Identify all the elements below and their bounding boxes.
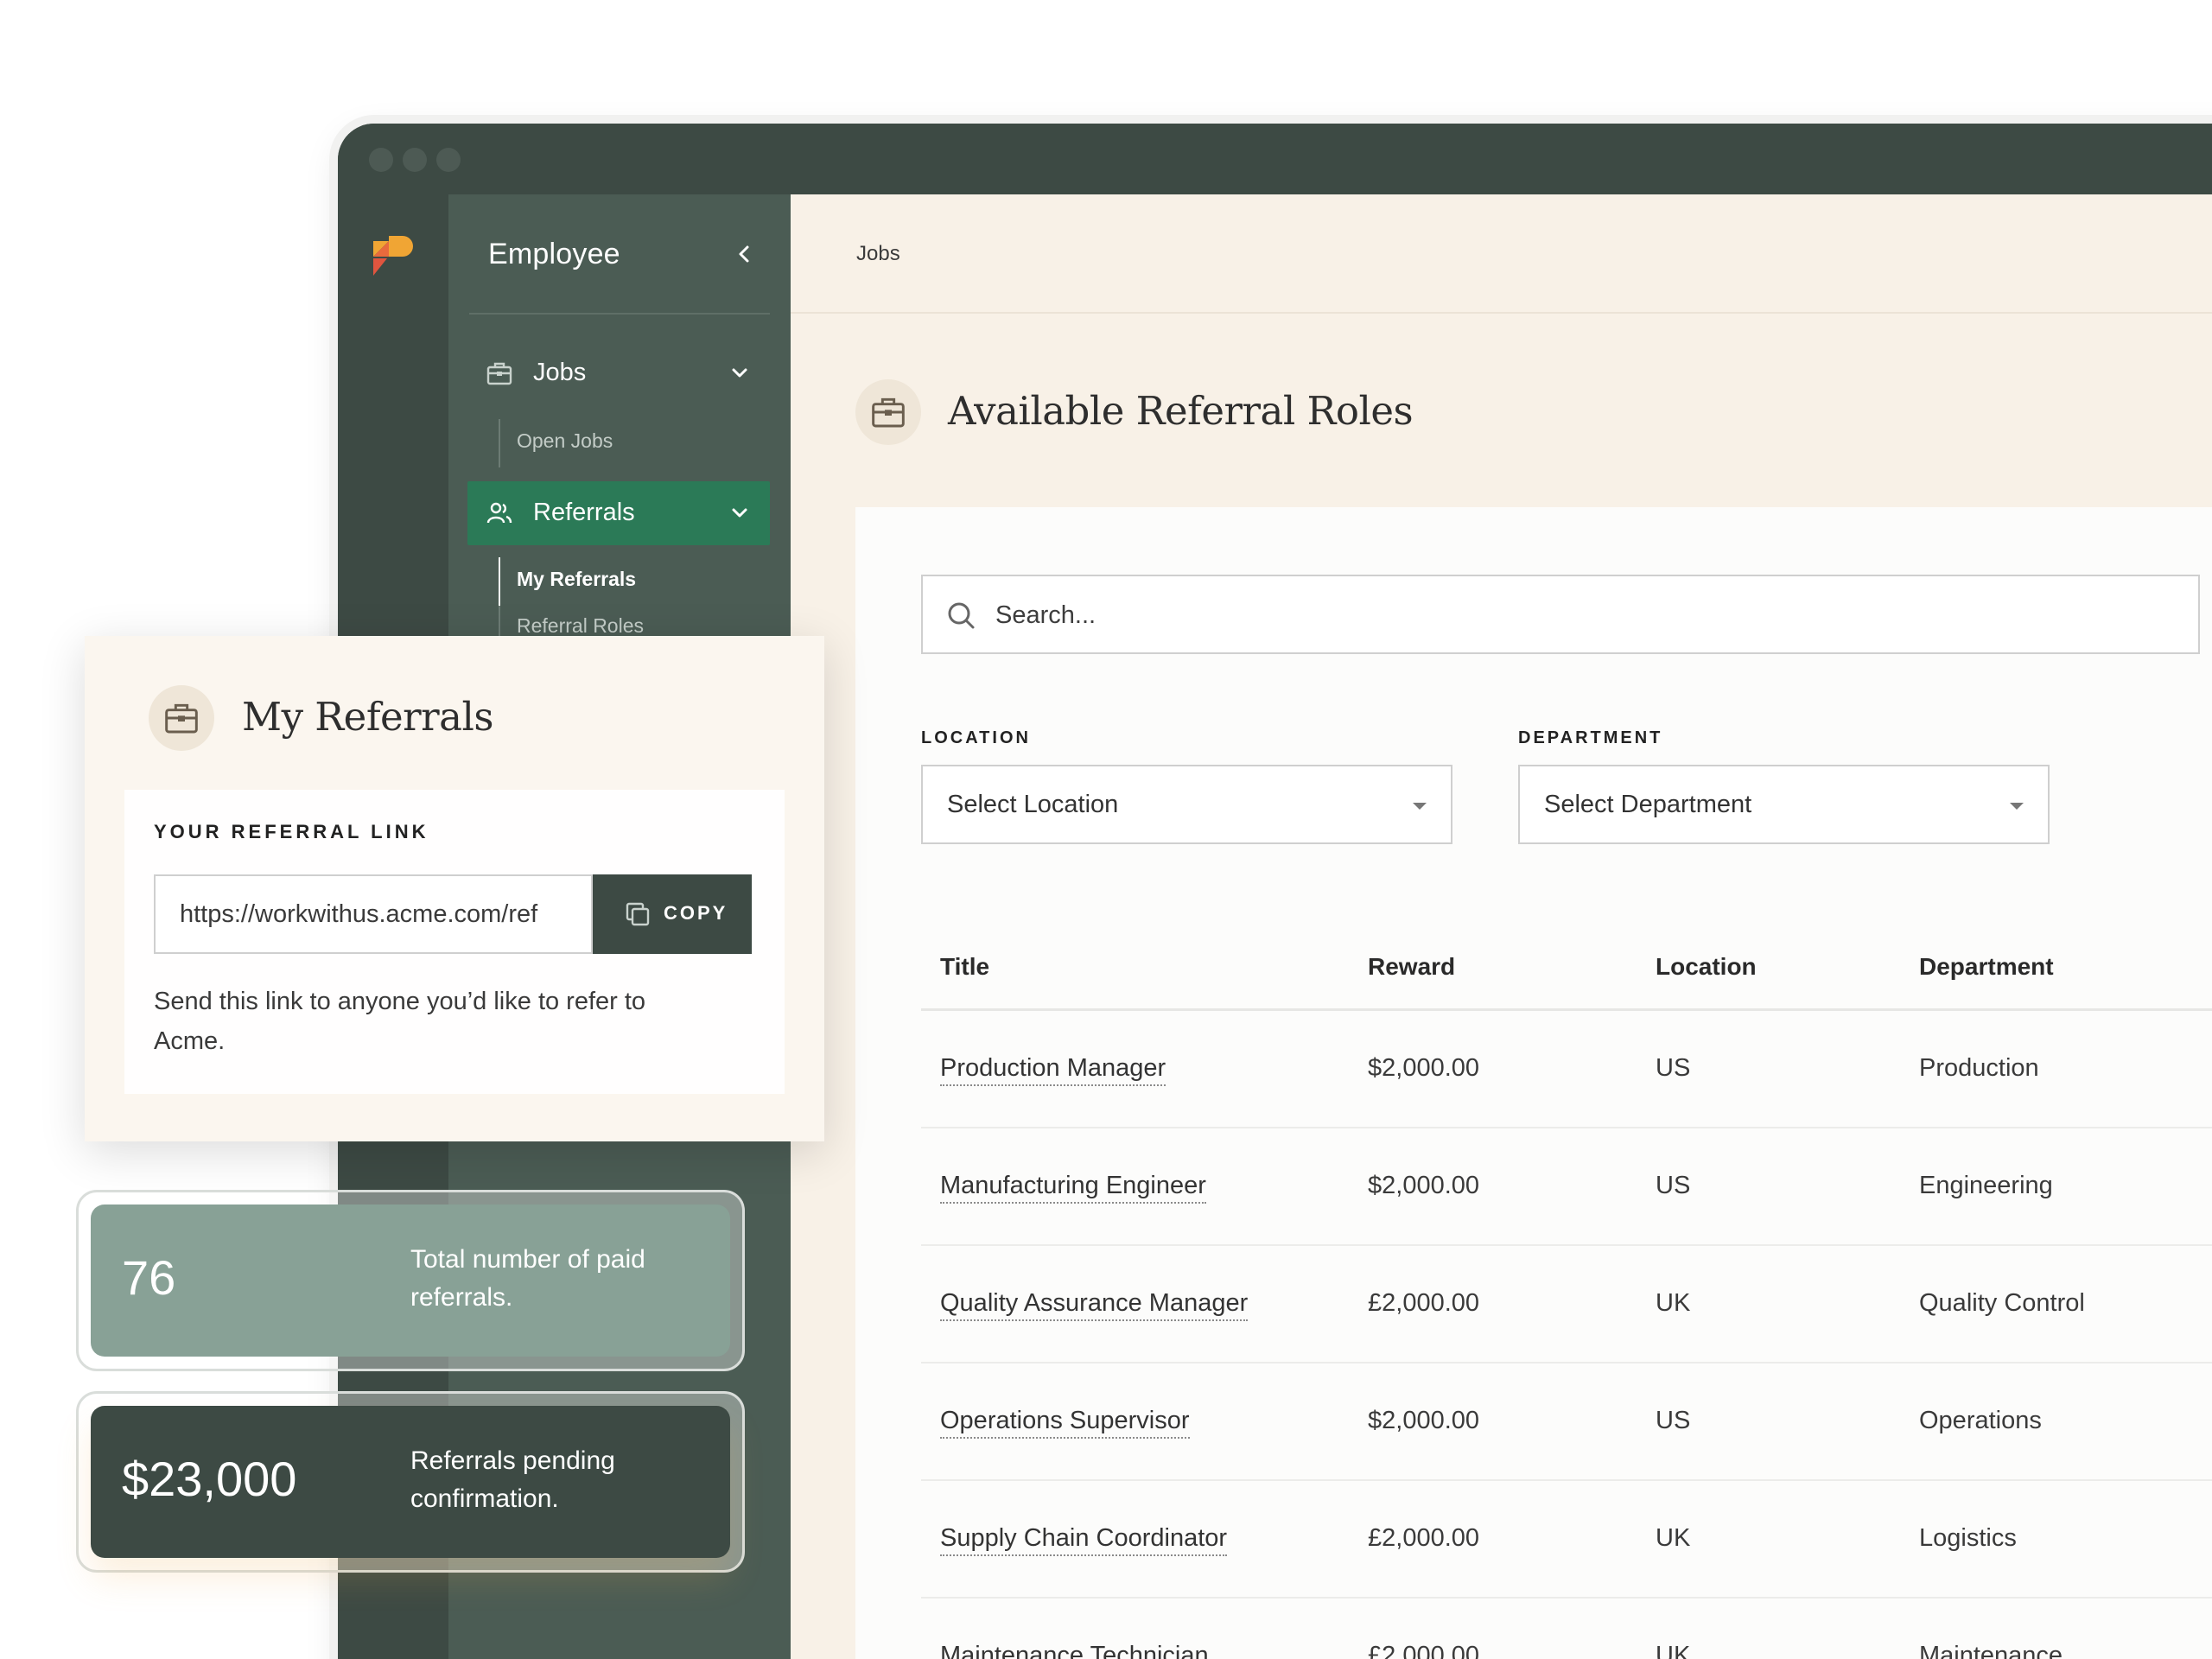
column-header-location[interactable]: Location bbox=[1656, 953, 1757, 981]
stat-card-body: $23,000 Referrals pending confirmation. bbox=[91, 1406, 730, 1558]
copy-button-label: COPY bbox=[664, 902, 728, 924]
reward-cell: $2,000.00 bbox=[1368, 1407, 1480, 1434]
breadcrumb[interactable]: Jobs bbox=[856, 242, 900, 266]
reward-cell: £2,000.00 bbox=[1368, 1642, 1480, 1659]
table-row[interactable]: Manufacturing Engineer $2,000.00 US Engi… bbox=[921, 1128, 2212, 1246]
role-title-link[interactable]: Manufacturing Engineer bbox=[940, 1172, 1206, 1204]
chevron-down-icon[interactable] bbox=[730, 364, 749, 383]
location-select[interactable]: Select Location bbox=[921, 765, 1452, 844]
sidebar-subitem-referral-roles[interactable]: Referral Roles bbox=[517, 614, 644, 638]
sub-nav-line-active bbox=[499, 557, 500, 606]
department-cell: Maintenance bbox=[1919, 1642, 2063, 1659]
briefcase-icon bbox=[872, 397, 905, 428]
referral-link-section: YOUR REFERRAL LINK https://workwithus.ac… bbox=[124, 790, 785, 1094]
card-icon-badge bbox=[149, 685, 214, 751]
my-referrals-card: My Referrals YOUR REFERRAL LINK https://… bbox=[85, 636, 824, 1141]
users-icon bbox=[486, 502, 512, 524]
table-row[interactable]: Maintenance Technician £2,000.00 UK Main… bbox=[921, 1599, 2212, 1659]
stat-card-body: 76 Total number of paid referrals. bbox=[91, 1205, 730, 1357]
table-row[interactable]: Supply Chain Coordinator £2,000.00 UK Lo… bbox=[921, 1481, 2212, 1599]
location-cell: UK bbox=[1656, 1642, 1691, 1659]
briefcase-icon bbox=[165, 703, 198, 734]
sidebar-item-jobs[interactable]: Jobs bbox=[467, 341, 770, 405]
caret-down-icon bbox=[1413, 803, 1427, 810]
chevron-down-icon[interactable] bbox=[730, 504, 749, 523]
table-row[interactable]: Quality Assurance Manager £2,000.00 UK Q… bbox=[921, 1246, 2212, 1363]
stat-value: $23,000 bbox=[122, 1452, 297, 1506]
column-header-department[interactable]: Department bbox=[1919, 953, 2054, 981]
stat-card-paid-referrals: 76 Total number of paid referrals. bbox=[76, 1190, 745, 1371]
page-title: Available Referral Roles bbox=[948, 388, 1414, 434]
role-title-link[interactable]: Maintenance Technician bbox=[940, 1642, 1209, 1659]
location-cell: US bbox=[1656, 1172, 1691, 1199]
app-logo[interactable] bbox=[372, 232, 415, 276]
caret-down-icon bbox=[2010, 803, 2024, 810]
card-title: My Referrals bbox=[242, 694, 493, 740]
referral-link-label: YOUR REFERRAL LINK bbox=[154, 821, 429, 842]
sidebar-header: Employee bbox=[448, 194, 791, 314]
sidebar-title: Employee bbox=[488, 238, 620, 270]
department-cell: Operations bbox=[1919, 1407, 2042, 1434]
referral-description: Send this link to anyone you’d like to r… bbox=[154, 988, 646, 1055]
department-filter-label: DEPARTMENT bbox=[1518, 728, 1663, 747]
sidebar-item-label: Referrals bbox=[533, 499, 635, 526]
reward-cell: £2,000.00 bbox=[1368, 1524, 1480, 1552]
sidebar-divider bbox=[469, 313, 770, 315]
reward-cell: $2,000.00 bbox=[1368, 1054, 1480, 1082]
role-title-link[interactable]: Production Manager bbox=[940, 1054, 1166, 1086]
page-title-icon-badge bbox=[855, 379, 921, 445]
search-icon bbox=[948, 602, 975, 629]
search-input[interactable] bbox=[995, 595, 2119, 635]
chevron-left-icon[interactable] bbox=[735, 245, 754, 264]
location-cell: UK bbox=[1656, 1289, 1691, 1317]
stat-card-pending-referrals: $23,000 Referrals pending confirmation. bbox=[76, 1391, 745, 1573]
roles-panel: LOCATION Select Location DEPARTMENT Sele… bbox=[855, 507, 2212, 1659]
column-header-reward[interactable]: Reward bbox=[1368, 953, 1455, 981]
department-select-value: Select Department bbox=[1544, 791, 1752, 818]
main-content: Jobs Available Referral Roles LOCATION bbox=[791, 194, 2212, 1659]
department-cell: Engineering bbox=[1919, 1172, 2053, 1199]
sidebar-subitem-open-jobs[interactable]: Open Jobs bbox=[517, 429, 613, 453]
table-row[interactable]: Production Manager $2,000.00 US Producti… bbox=[921, 1011, 2212, 1128]
briefcase-icon bbox=[486, 362, 512, 385]
sub-nav-line bbox=[499, 419, 500, 467]
department-cell: Logistics bbox=[1919, 1524, 2017, 1552]
stat-label: Referrals pending confirmation. bbox=[410, 1446, 615, 1513]
location-cell: US bbox=[1656, 1407, 1691, 1434]
window-control-dot[interactable] bbox=[369, 148, 393, 172]
department-cell: Quality Control bbox=[1919, 1289, 2085, 1317]
window-control-dot[interactable] bbox=[436, 148, 461, 172]
department-cell: Production bbox=[1919, 1054, 2039, 1082]
copy-icon bbox=[626, 902, 650, 926]
role-title-link[interactable]: Operations Supervisor bbox=[940, 1407, 1190, 1439]
referral-link-field[interactable]: https://workwithus.acme.com/ref bbox=[154, 874, 593, 954]
stat-label: Total number of paid referrals. bbox=[410, 1245, 645, 1312]
department-select[interactable]: Select Department bbox=[1518, 765, 2050, 844]
sidebar-item-referrals[interactable]: Referrals bbox=[467, 481, 770, 545]
title-bar bbox=[338, 124, 2212, 194]
reward-cell: $2,000.00 bbox=[1368, 1172, 1480, 1199]
search-box[interactable] bbox=[921, 575, 2200, 654]
location-select-value: Select Location bbox=[947, 791, 1119, 818]
location-cell: US bbox=[1656, 1054, 1691, 1082]
window-control-dot[interactable] bbox=[403, 148, 427, 172]
stat-value: 76 bbox=[122, 1250, 176, 1305]
column-header-title[interactable]: Title bbox=[940, 953, 989, 981]
table-row[interactable]: Operations Supervisor $2,000.00 US Opera… bbox=[921, 1363, 2212, 1481]
location-cell: UK bbox=[1656, 1524, 1691, 1552]
role-title-link[interactable]: Quality Assurance Manager bbox=[940, 1289, 1249, 1321]
sub-nav-line bbox=[499, 606, 500, 640]
copy-button[interactable]: COPY bbox=[593, 874, 752, 954]
role-title-link[interactable]: Supply Chain Coordinator bbox=[940, 1524, 1228, 1556]
sidebar-subitem-my-referrals[interactable]: My Referrals bbox=[517, 568, 636, 591]
reward-cell: £2,000.00 bbox=[1368, 1289, 1480, 1317]
sidebar-item-label: Jobs bbox=[533, 359, 587, 386]
header-divider bbox=[791, 312, 2212, 314]
location-filter-label: LOCATION bbox=[921, 728, 1031, 747]
